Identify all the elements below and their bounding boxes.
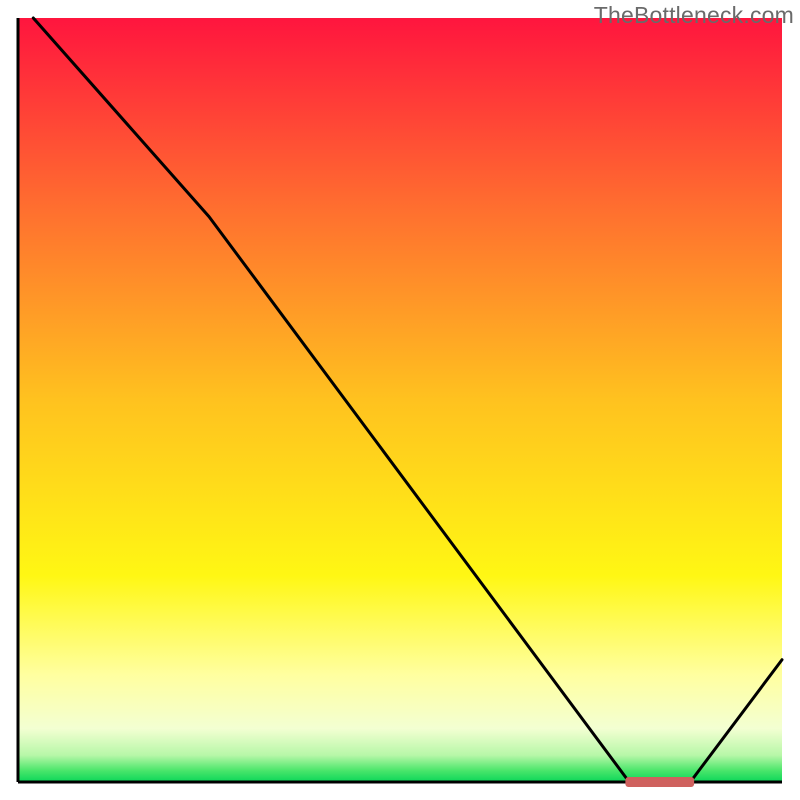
chart-svg [0, 0, 800, 800]
plot-background [18, 18, 782, 782]
optimal-marker [625, 777, 694, 787]
bottleneck-chart: TheBottleneck.com [0, 0, 800, 800]
attribution-text: TheBottleneck.com [594, 2, 794, 29]
